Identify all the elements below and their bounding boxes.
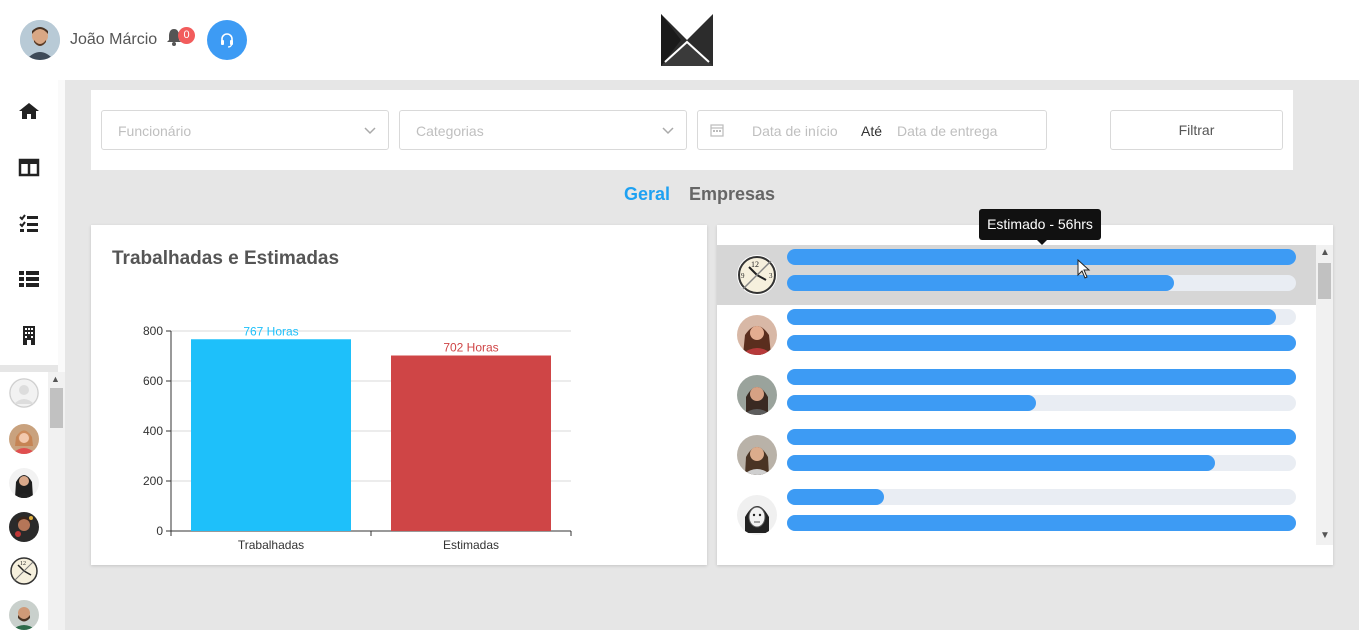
svg-text:9: 9 bbox=[741, 272, 745, 280]
checklist-icon[interactable] bbox=[18, 212, 40, 234]
hours-chart-card: Trabalhadas e Estimadas 0 200 400 600 800 767… bbox=[91, 225, 707, 565]
estimated-bar[interactable] bbox=[787, 275, 1296, 291]
worked-bar-fill bbox=[787, 369, 1296, 385]
worked-bar[interactable] bbox=[787, 429, 1296, 445]
date-range-picker[interactable]: Data de início Até Data de entrega bbox=[697, 110, 1047, 150]
y-tick-label: 200 bbox=[143, 474, 163, 488]
user-avatar[interactable] bbox=[9, 468, 39, 498]
tab-empresas[interactable]: Empresas bbox=[689, 184, 775, 205]
mouse-cursor-icon bbox=[1077, 259, 1091, 279]
data-label: 702 Horas bbox=[443, 341, 498, 355]
tab-geral[interactable]: Geral bbox=[624, 184, 670, 205]
filter-button[interactable]: Filtrar bbox=[1110, 110, 1283, 150]
user-avatar[interactable] bbox=[20, 20, 60, 60]
estimated-bar[interactable] bbox=[787, 455, 1296, 471]
x-tick-label: Estimadas bbox=[443, 538, 499, 552]
estimated-bar-fill bbox=[787, 395, 1037, 411]
bar-chart: 0 200 400 600 800 767 Horas Trabalhadas 702 Hor… bbox=[143, 324, 572, 552]
top-header: João Márcio 0 bbox=[0, 0, 1359, 80]
worked-bar-fill bbox=[787, 309, 1276, 325]
employee-progress-card: 12 9 3 ▲ ▼ bbox=[717, 225, 1333, 565]
building-icon[interactable] bbox=[18, 324, 40, 346]
y-tick-label: 0 bbox=[156, 524, 163, 538]
sidebar-scroll-thumb[interactable] bbox=[50, 388, 63, 428]
end-date-input[interactable]: Data de entrega bbox=[897, 123, 997, 139]
user-avatar bbox=[737, 495, 777, 535]
user-avatar bbox=[737, 375, 777, 415]
start-date-input[interactable]: Data de início bbox=[752, 123, 838, 139]
y-tick-label: 800 bbox=[143, 324, 163, 338]
estimated-bar-fill bbox=[787, 275, 1174, 291]
worked-bar[interactable] bbox=[787, 369, 1296, 385]
estimated-bar[interactable] bbox=[787, 335, 1296, 351]
worked-bar-fill bbox=[787, 429, 1296, 445]
estimated-bar-fill bbox=[787, 515, 1296, 531]
svg-text:12: 12 bbox=[751, 260, 759, 269]
svg-text:12: 12 bbox=[20, 561, 26, 567]
estimated-bar[interactable] bbox=[787, 395, 1296, 411]
scroll-up-icon[interactable]: ▲ bbox=[51, 374, 60, 384]
chevron-down-icon bbox=[662, 127, 674, 135]
user-avatar[interactable] bbox=[9, 424, 39, 454]
k-logo[interactable] bbox=[661, 14, 713, 66]
svg-text:3: 3 bbox=[769, 272, 773, 280]
home-icon[interactable] bbox=[18, 100, 40, 122]
progress-scroll-thumb[interactable] bbox=[1318, 263, 1331, 299]
estimated-bar-fill bbox=[787, 335, 1296, 351]
bar bbox=[391, 355, 551, 531]
progress-row[interactable] bbox=[717, 485, 1316, 545]
progress-row[interactable] bbox=[717, 305, 1316, 365]
y-tick-label: 600 bbox=[143, 374, 163, 388]
list-icon[interactable] bbox=[18, 268, 40, 290]
chevron-down-icon bbox=[364, 127, 376, 135]
user-avatar bbox=[737, 315, 777, 355]
progress-row[interactable] bbox=[717, 425, 1316, 485]
user-avatar[interactable] bbox=[9, 378, 39, 408]
calendar-icon bbox=[710, 124, 724, 137]
columns-icon[interactable] bbox=[18, 156, 40, 178]
notification-badge: 0 bbox=[178, 27, 195, 44]
user-avatar[interactable] bbox=[9, 512, 39, 542]
y-tick-label: 400 bbox=[143, 424, 163, 438]
data-label: 767 Horas bbox=[243, 324, 298, 338]
user-name[interactable]: João Márcio bbox=[70, 31, 157, 49]
user-avatar bbox=[737, 435, 777, 475]
worked-bar[interactable] bbox=[787, 489, 1296, 505]
bar bbox=[191, 339, 351, 531]
worked-bar[interactable] bbox=[787, 249, 1296, 265]
tooltip: Estimado - 56hrs bbox=[979, 209, 1101, 240]
user-avatar[interactable]: 12 bbox=[9, 556, 39, 586]
worked-bar-fill bbox=[787, 489, 884, 505]
date-separator: Até bbox=[861, 123, 883, 139]
worked-bar[interactable] bbox=[787, 309, 1296, 325]
scroll-up-icon[interactable]: ▲ bbox=[1320, 247, 1330, 258]
progress-row[interactable]: 12 9 3 bbox=[717, 245, 1316, 305]
worked-bar-fill bbox=[787, 249, 1296, 265]
employee-placeholder: Funcionário bbox=[118, 123, 192, 139]
estimated-bar[interactable] bbox=[787, 515, 1296, 531]
x-tick-label: Trabalhadas bbox=[238, 538, 304, 552]
progress-row[interactable] bbox=[717, 365, 1316, 425]
filter-bar: Funcionário Categorias Data de início At… bbox=[91, 90, 1293, 170]
user-avatar[interactable] bbox=[9, 600, 39, 630]
employee-select[interactable]: Funcionário bbox=[101, 110, 389, 150]
scroll-down-icon[interactable]: ▼ bbox=[1320, 530, 1330, 541]
estimated-bar-fill bbox=[787, 455, 1215, 471]
tooltip-arrow bbox=[1036, 239, 1048, 245]
user-avatar: 12 9 3 bbox=[737, 255, 777, 295]
headset-icon bbox=[221, 33, 233, 48]
sidebar-user-list: 12 ▲ bbox=[0, 372, 65, 630]
sidebar-nav bbox=[0, 80, 58, 365]
support-button[interactable] bbox=[207, 20, 247, 60]
category-select[interactable]: Categorias bbox=[399, 110, 687, 150]
category-placeholder: Categorias bbox=[416, 123, 484, 139]
